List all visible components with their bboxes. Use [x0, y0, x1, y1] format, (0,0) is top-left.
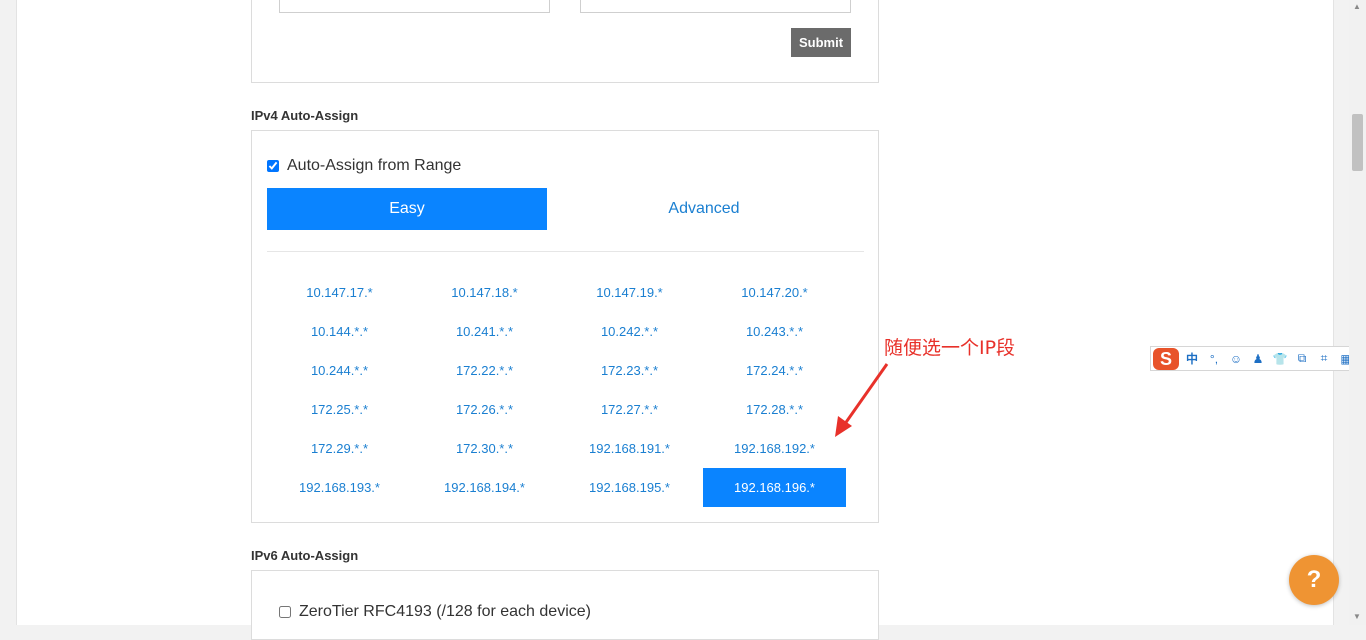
rfc4193-checkbox-row[interactable]: ZeroTier RFC4193 (/128 for each device)	[279, 603, 591, 621]
auto-assign-label: Auto-Assign from Range	[287, 157, 462, 174]
ip-range-option[interactable]: 10.147.20.*	[703, 273, 846, 312]
sogou-logo-icon[interactable]: S	[1153, 347, 1179, 370]
ip-range-option[interactable]: 10.147.17.*	[268, 273, 411, 312]
auto-assign-checkbox-row[interactable]: Auto-Assign from Range	[267, 157, 461, 175]
ime-toolbar: S 中 °, ☺ ♟ 👕 ⧉ ⌗ ▦	[1150, 346, 1357, 371]
ip-range-option[interactable]: 192.168.194.*	[413, 468, 556, 507]
ime-mode-toggle[interactable]: 中	[1183, 350, 1201, 367]
ip-range-option[interactable]: 172.24.*.*	[703, 351, 846, 390]
ip-range-option[interactable]: 192.168.193.*	[268, 468, 411, 507]
divider	[267, 251, 864, 252]
scroll-down-arrow-icon[interactable]: ▼	[1353, 612, 1361, 621]
range-start-input[interactable]	[279, 0, 550, 13]
ip-range-option[interactable]: 10.241.*.*	[413, 312, 556, 351]
ip-range-option[interactable]: 172.28.*.*	[703, 390, 846, 429]
tab-advanced[interactable]: Advanced	[564, 188, 844, 230]
user-icon[interactable]: ♟	[1249, 352, 1267, 366]
ip-range-option[interactable]: 192.168.192.*	[703, 429, 846, 468]
range-end-input[interactable]	[580, 0, 851, 13]
annotation-text: 随便选一个IP段	[884, 337, 1016, 359]
ip-range-option[interactable]: 172.25.*.*	[268, 390, 411, 429]
ip-range-option[interactable]: 192.168.191.*	[558, 429, 701, 468]
rfc4193-checkbox[interactable]	[279, 606, 291, 618]
ip-range-option[interactable]: 172.29.*.*	[268, 429, 411, 468]
page-scrollbar[interactable]: ▲ ▼	[1349, 0, 1366, 625]
ip-range-option[interactable]: 10.144.*.*	[268, 312, 411, 351]
rfc4193-label: ZeroTier RFC4193 (/128 for each device)	[299, 603, 591, 620]
submit-button[interactable]: Submit	[791, 28, 851, 57]
ip-range-option[interactable]: 172.22.*.*	[413, 351, 556, 390]
skin-icon[interactable]: 👕	[1271, 352, 1289, 366]
tab-easy[interactable]: Easy	[267, 188, 547, 230]
ip-range-option[interactable]: 172.23.*.*	[558, 351, 701, 390]
ipv6-section-title: IPv6 Auto-Assign	[251, 548, 359, 563]
ip-range-option[interactable]: 172.27.*.*	[558, 390, 701, 429]
ip-range-option[interactable]: 10.147.18.*	[413, 273, 556, 312]
emoji-icon[interactable]: ☺	[1227, 352, 1245, 366]
help-button[interactable]: ?	[1289, 555, 1339, 605]
auto-assign-checkbox[interactable]	[267, 160, 279, 172]
ip-range-option[interactable]: 172.30.*.*	[413, 429, 556, 468]
ip-range-option[interactable]: 192.168.196.*	[703, 468, 846, 507]
crop-icon[interactable]: ⌗	[1315, 351, 1333, 366]
scroll-up-arrow-icon[interactable]: ▲	[1353, 2, 1361, 11]
punctuation-icon[interactable]: °,	[1205, 352, 1223, 366]
ip-range-option[interactable]: 10.244.*.*	[268, 351, 411, 390]
translate-icon[interactable]: ⧉	[1293, 351, 1311, 366]
ipv4-section-title: IPv4 Auto-Assign	[251, 108, 359, 123]
scroll-thumb[interactable]	[1352, 114, 1363, 171]
ip-range-option[interactable]: 192.168.195.*	[558, 468, 701, 507]
ip-range-option[interactable]: 172.26.*.*	[413, 390, 556, 429]
ip-range-option[interactable]: 10.243.*.*	[703, 312, 846, 351]
ip-range-option[interactable]: 10.147.19.*	[558, 273, 701, 312]
ip-range-option[interactable]: 10.242.*.*	[558, 312, 701, 351]
annotation-arrow	[835, 363, 889, 437]
